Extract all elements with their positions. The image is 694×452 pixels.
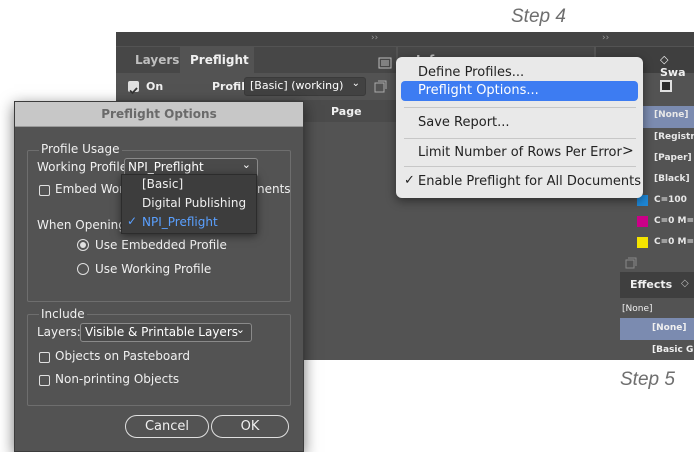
effects-row[interactable]: [Basic G [652, 345, 693, 355]
preflight-options-dialog: Preflight Options Profile Usage Working … [14, 101, 304, 452]
swatch-chip [637, 237, 648, 248]
swatch-chip [637, 216, 648, 227]
menu-separator [404, 138, 636, 139]
working-profile-dropdown: [Basic] Digital Publishing ✓ NPI_Preflig… [121, 174, 257, 234]
dropdown-option-npi[interactable]: NPI_Preflight [142, 215, 218, 229]
fill-stroke-inner-icon [662, 82, 670, 90]
swatch-label: C=0 M= [654, 237, 694, 247]
non-printing-checkbox[interactable] [39, 375, 50, 386]
effects-chevron-icon: ◇ [681, 278, 689, 289]
dropdown-option-digital[interactable]: Digital Publishing [142, 196, 246, 210]
swatch-label: [Registr [654, 132, 694, 142]
menu-item-save-report[interactable]: Save Report... [418, 115, 510, 130]
menu-separator [404, 166, 636, 167]
chevron-down-icon: ⌄ [235, 323, 245, 336]
effects-row[interactable]: [None] [652, 323, 686, 333]
use-working-label: Use Working Profile [95, 262, 212, 276]
on-checkbox[interactable] [128, 81, 139, 95]
dialog-title: Preflight Options [101, 107, 217, 121]
layers-select[interactable]: Visible & Printable Layers ⌄ [80, 323, 252, 342]
tab-layers[interactable]: Layers [135, 53, 179, 67]
objects-pasteboard-label: Objects on Pasteboard [55, 349, 190, 363]
dialog-title-bar: Preflight Options [15, 102, 303, 127]
menu-item-limit-rows[interactable]: Limit Number of Rows Per Error [418, 145, 622, 160]
profile-select[interactable]: [Basic] (working) ⌄ [244, 77, 366, 96]
swatch-row[interactable]: C=0 M= [620, 233, 694, 254]
swatch-label: [Paper] [654, 153, 692, 163]
swatch-row[interactable]: C=0 M= [620, 212, 694, 233]
profile-usage-heading: Profile Usage [39, 142, 122, 156]
swatch-label: [None] [654, 110, 689, 120]
layers-label: Layers: [37, 325, 81, 339]
use-embedded-label: Use Embedded Profile [95, 238, 227, 252]
submenu-arrow-icon: > [622, 143, 634, 159]
checkmark-icon: ✓ [127, 214, 138, 228]
swatch-label: C=100 [654, 195, 687, 205]
cancel-button[interactable]: Cancel [125, 415, 209, 438]
tab-preflight[interactable]: Preflight [190, 53, 249, 67]
embed-working-label-right: nents [257, 182, 291, 196]
collapse-chevron-icon[interactable]: ›› [371, 33, 378, 43]
new-swatch-icon[interactable] [625, 254, 637, 269]
tab-swatches-label: Swa [660, 66, 686, 79]
swatch-label: [Black] [654, 174, 690, 184]
tab-swatches[interactable]: ◇ Swa [660, 53, 694, 79]
layers-select-value: Visible & Printable Layers [85, 325, 238, 339]
new-profile-icon[interactable] [373, 79, 387, 93]
include-heading: Include [39, 307, 87, 321]
radio-use-embedded[interactable] [77, 239, 89, 251]
chevron-down-icon: ⌄ [351, 78, 360, 89]
panel-menu-icon[interactable] [378, 54, 392, 69]
step-5-label: Step 5 [620, 369, 675, 390]
chevron-down-icon: ⌄ [241, 158, 251, 171]
menu-separator [404, 107, 636, 108]
objects-pasteboard-checkbox[interactable] [39, 352, 50, 363]
menu-item-preflight-options[interactable]: Preflight Options... [418, 83, 539, 98]
working-profile-label: Working Profile: [37, 160, 132, 174]
step-4-label: Step 4 [511, 6, 566, 27]
radio-dot [80, 242, 86, 248]
ok-button[interactable]: OK [211, 415, 289, 438]
working-profile-value: NPI_Preflight [128, 160, 204, 174]
page-column-header: Page [331, 105, 362, 118]
effects-none-top: [None] [622, 304, 653, 314]
menu-item-enable-preflight-all[interactable]: Enable Preflight for All Documents [418, 174, 641, 189]
profile-select-value: [Basic] (working) [250, 79, 344, 92]
non-printing-label: Non-printing Objects [55, 372, 180, 386]
dropdown-option-basic[interactable]: [Basic] [142, 177, 183, 191]
swatch-label: C=0 M= [654, 216, 694, 226]
on-label: On [146, 80, 164, 93]
embed-working-checkbox[interactable] [39, 185, 50, 196]
collapse-chevron-icon-right[interactable]: ›› [602, 33, 609, 43]
tab-effects[interactable]: Effects [630, 278, 672, 291]
checkmark-icon: ✓ [404, 173, 415, 188]
preflight-flyout-menu: Define Profiles... Preflight Options... … [396, 57, 643, 198]
menu-item-define-profiles[interactable]: Define Profiles... [418, 65, 524, 80]
radio-use-working[interactable] [77, 263, 89, 275]
